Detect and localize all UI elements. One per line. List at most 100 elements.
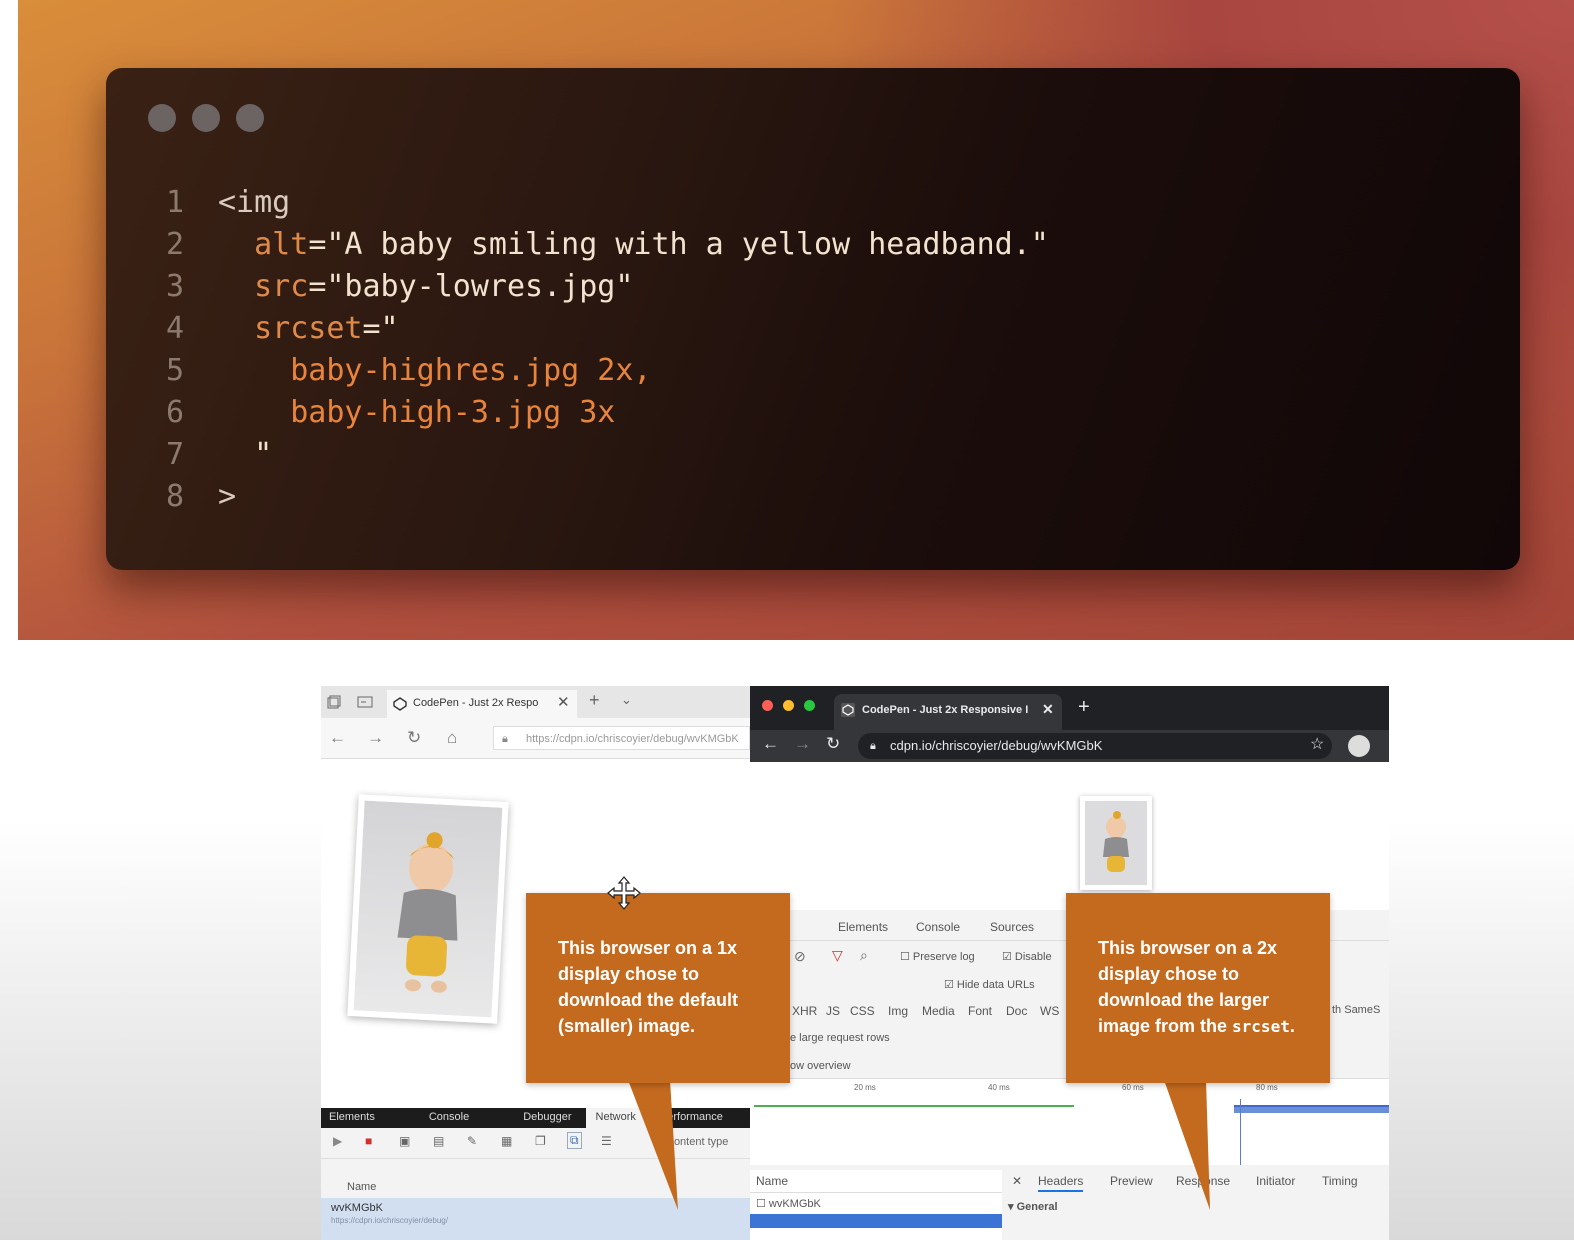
tab-preview[interactable]: Preview [1110,1174,1153,1188]
code-line: 8 > [166,476,1049,518]
tab-console[interactable]: Console [389,1108,483,1128]
timeline-bar-doc [754,1105,1074,1107]
close-panel-icon[interactable]: ✕ [1012,1174,1022,1188]
chevron-down-icon[interactable]: ⌄ [621,692,632,708]
filter-media[interactable]: Media [922,1004,955,1018]
star-icon[interactable]: ☆ [1310,734,1324,754]
window-dot-maximize [236,104,264,132]
callout-2x: This browser on a 2x display chose to do… [1066,893,1330,1083]
clear-icon[interactable]: ⊘ [794,948,806,965]
filter-css[interactable]: CSS [850,1004,875,1018]
code-token: <img [218,185,291,220]
line-number: 6 [166,395,185,430]
browser-toolbar: ← → ↻ ⌂ 🔒︎ https://cdpn.io/chriscoyier/d… [321,718,750,759]
stop-icon[interactable]: ■ [365,1134,372,1148]
tab-sources[interactable]: Sources [990,920,1034,934]
name-column: Name ☐ wvKMGbK [750,1170,1003,1240]
line-number: 5 [166,353,185,388]
code-slide: 1 <img 2 alt ="A baby smiling with a yellow… [18,0,1574,640]
home-icon[interactable]: ⌂ [447,728,457,748]
preserve-log-checkbox[interactable]: ☐ Preserve log [900,950,975,963]
general-section[interactable]: ▾ General [1008,1200,1058,1213]
filter-icon[interactable]: ⧉ [567,1132,582,1149]
avatar[interactable] [1348,735,1370,757]
callout-end: . [1289,1016,1295,1036]
line-number: 1 [166,185,185,220]
same-site-filter[interactable]: th SameS [1332,1004,1380,1016]
maximize-window-button[interactable] [804,700,815,711]
tab-elements[interactable]: Elements [838,920,888,934]
line-number: 3 [166,269,185,304]
import-icon[interactable]: ▤ [433,1134,444,1148]
table-row-selected[interactable] [750,1214,1002,1228]
forward-icon[interactable]: → [794,734,811,754]
callout-1x: This browser on a 1x display chose to do… [526,893,790,1083]
copy-icon[interactable]: ❐ [535,1134,546,1148]
browser-toolbar: ← → ↻ 🔒︎ cdpn.io/chriscoyier/debug/wvKMG… [750,730,1389,762]
new-tab-icon[interactable]: + [589,690,600,711]
tab-timing[interactable]: Timing [1322,1174,1358,1188]
filter-xhr[interactable]: XHR [792,1004,817,1018]
back-icon[interactable]: ← [329,728,346,748]
search-icon[interactable]: ⌕ [860,947,868,964]
address-bar[interactable]: 🔒︎ cdpn.io/chriscoyier/debug/wvKMGbK [858,733,1332,759]
new-tab-icon[interactable]: + [1078,696,1090,719]
tab-console[interactable]: Console [916,920,960,934]
code-token: baby-highres.jpg 2x, [290,353,652,388]
callout-code: srcset [1232,1017,1290,1036]
name-column-header: Name [756,1174,789,1188]
preserve-log-label: Preserve log [912,951,975,963]
callout-line: display chose to [1098,964,1240,984]
minimize-window-button[interactable] [783,700,794,711]
filter-img[interactable]: Img [888,1004,908,1018]
tab-debugger[interactable]: Debugger [483,1108,585,1128]
tab-bar: CodePen - Just 2x Responsive I ✕ + [750,686,1389,730]
line-number: 2 [166,227,185,262]
tab-codepen[interactable]: CodePen - Just 2x Responsive I ✕ [834,694,1062,730]
network-timeline: 20 ms 40 ms 60 ms 80 ms [750,1078,1389,1165]
callout-left-tail [628,1080,678,1210]
overview-option[interactable]: ow overview [790,1060,851,1072]
lock-icon: 🔒︎ [502,733,508,745]
reload-icon[interactable]: ↻ [826,734,840,754]
code-token: baby-high-3.jpg 3x [290,395,616,430]
filter-ws[interactable]: WS [1040,1004,1059,1018]
tab-codepen[interactable]: CodePen - Just 2x Respo ✕ [387,690,577,718]
tab-initiator[interactable]: Initiator [1256,1174,1295,1188]
url-text: cdpn.io/chriscoyier/debug/wvKMGbK [890,738,1103,753]
url-text: https://cdpn.io/chriscoyier/debug/wvKMGb… [526,733,739,745]
tab-actions-icon[interactable] [327,695,341,709]
forward-icon[interactable]: → [367,728,384,748]
settings-icon[interactable]: ☰ [601,1134,612,1148]
reload-icon[interactable]: ↻ [407,728,421,748]
close-tab-icon[interactable]: ✕ [1042,701,1054,718]
close-tab-icon[interactable]: ✕ [557,693,570,711]
disable-cache-checkbox[interactable]: ☑ Disable [1002,950,1052,963]
tab-headers[interactable]: Headers [1038,1174,1084,1192]
code-token: " [254,437,273,472]
timeline-tick: 80 ms [1256,1083,1278,1092]
filter-font[interactable]: Font [968,1004,992,1018]
save-icon[interactable]: ▣ [399,1134,410,1148]
address-bar[interactable]: 🔒︎ https://cdpn.io/chriscoyier/debug/wvK… [493,726,750,750]
code-token: =" [362,311,399,346]
line-number: 8 [166,479,185,514]
brush-icon[interactable]: ✎ [467,1134,477,1148]
hide-data-urls-checkbox[interactable]: ☑ Hide data URLs [944,978,1035,991]
filter-doc[interactable]: Doc [1006,1004,1027,1018]
filter-js[interactable]: JS [826,1004,840,1018]
table-row[interactable]: ☐ wvKMGbK [750,1192,1002,1215]
large-rows-option[interactable]: e large request rows [790,1032,890,1044]
request-name: wvKMGbK [331,1202,383,1214]
tab-list-icon[interactable] [357,695,373,709]
filter-icon[interactable]: ▽ [832,947,843,964]
back-icon[interactable]: ← [762,734,779,754]
calendar-icon[interactable]: ▦ [501,1134,512,1148]
close-window-button[interactable] [762,700,773,711]
hide-data-urls-label: Hide data URLs [956,979,1035,991]
code-line: 7 " [166,434,1049,476]
play-icon[interactable]: ▶ [333,1134,342,1148]
tab-elements[interactable]: Elements [321,1108,389,1128]
